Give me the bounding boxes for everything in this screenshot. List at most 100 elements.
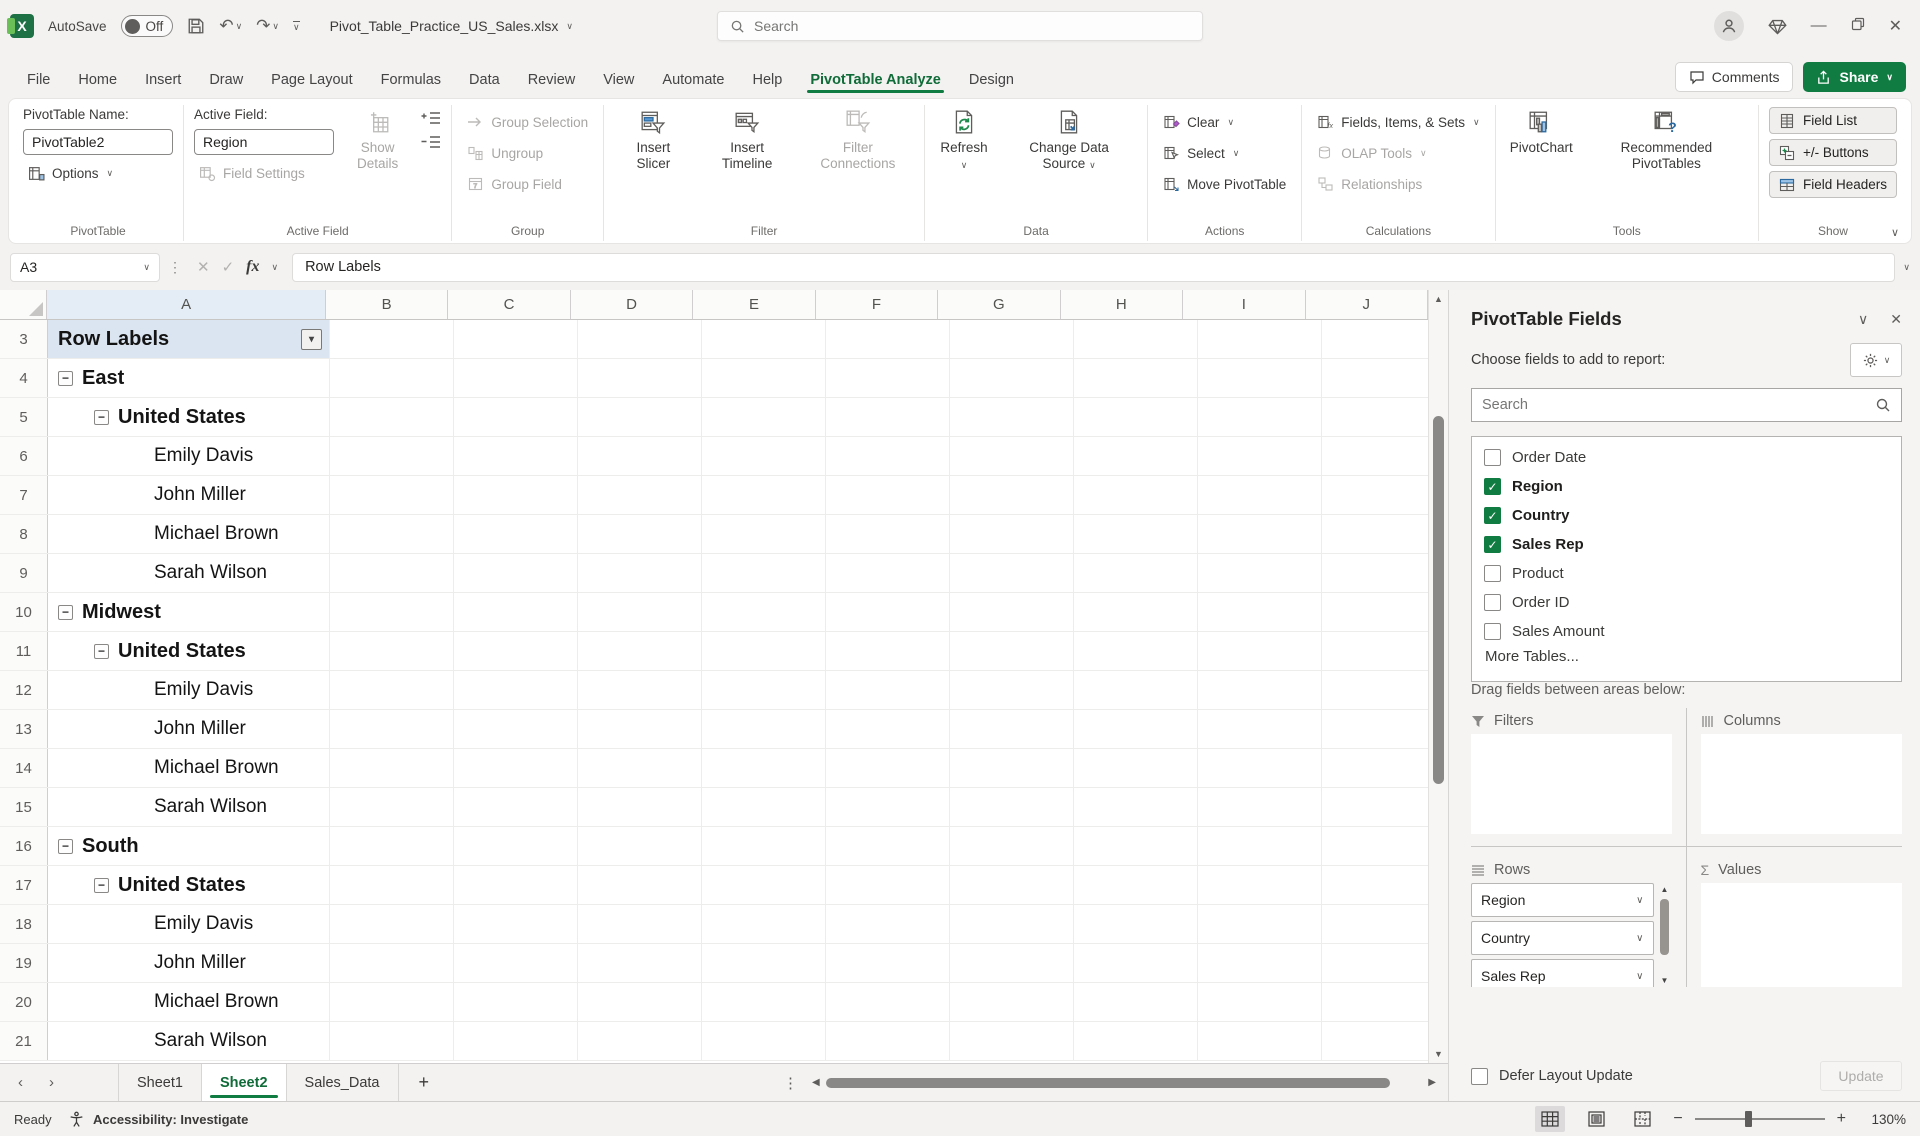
grid-cell[interactable] xyxy=(702,905,826,943)
grid-cell[interactable] xyxy=(1322,983,1428,1021)
grid-cell[interactable] xyxy=(1198,788,1322,826)
grid-cell[interactable] xyxy=(826,749,950,787)
rows-area[interactable]: Rows Region∨Country∨Sales Rep∨ ▲ ▼ xyxy=(1471,846,1687,987)
cell-A18[interactable]: Emily Davis xyxy=(48,905,330,943)
scroll-up-icon[interactable]: ▲ xyxy=(1429,294,1448,304)
field-item-sales-rep[interactable]: ✓Sales Rep xyxy=(1484,530,1889,559)
grid-cell[interactable] xyxy=(826,476,950,514)
column-header-E[interactable]: E xyxy=(693,290,815,319)
rows-area-pill-region[interactable]: Region∨ xyxy=(1471,883,1654,917)
grid-cell[interactable] xyxy=(1074,632,1198,670)
grid-cell[interactable] xyxy=(826,632,950,670)
grid-cell[interactable] xyxy=(826,944,950,982)
rows-area-scrollbar[interactable]: ▲ ▼ xyxy=(1658,883,1672,987)
confirm-entry-icon[interactable]: ✓ xyxy=(222,258,235,276)
grid-cell[interactable] xyxy=(702,866,826,904)
grid-cell[interactable] xyxy=(950,788,1074,826)
collapse-ribbon-icon[interactable]: ∨ xyxy=(1891,226,1899,239)
ribbon-tab-draw[interactable]: Draw xyxy=(196,64,256,98)
grid-cell[interactable] xyxy=(702,593,826,631)
grid-cell[interactable] xyxy=(950,1022,1074,1060)
rows-area-pill-country[interactable]: Country∨ xyxy=(1471,921,1654,955)
grid-cell[interactable] xyxy=(950,827,1074,865)
column-header-D[interactable]: D xyxy=(571,290,693,319)
zoom-in-button[interactable]: + xyxy=(1837,1110,1846,1128)
grid-cell[interactable] xyxy=(702,515,826,553)
row-header-16[interactable]: 16 xyxy=(0,827,48,865)
field-settings-button[interactable]: Field Settings xyxy=(194,160,334,186)
grid-cell[interactable] xyxy=(950,398,1074,436)
insert-function-icon[interactable]: fx xyxy=(246,258,259,276)
cell-A19[interactable]: John Miller xyxy=(48,944,330,982)
grid-cell[interactable] xyxy=(1198,476,1322,514)
rows-area-pill-sales-rep[interactable]: Sales Rep∨ xyxy=(1471,959,1654,987)
grid-cell[interactable] xyxy=(702,1022,826,1060)
cell-A6[interactable]: Emily Davis xyxy=(48,437,330,475)
grid-cell[interactable] xyxy=(1198,554,1322,592)
grid-cell[interactable] xyxy=(826,593,950,631)
zoom-level[interactable]: 130% xyxy=(1862,1112,1906,1127)
grid-cell[interactable] xyxy=(826,437,950,475)
collapse-field-icon[interactable] xyxy=(421,134,441,149)
grid-cell[interactable] xyxy=(330,710,454,748)
cell-A14[interactable]: Michael Brown xyxy=(48,749,330,787)
row-header-10[interactable]: 10 xyxy=(0,593,48,631)
row-header-7[interactable]: 7 xyxy=(0,476,48,514)
ribbon-tab-data[interactable]: Data xyxy=(456,64,513,98)
grid-cell[interactable] xyxy=(1074,827,1198,865)
ribbon-tab-file[interactable]: File xyxy=(14,64,63,98)
comments-button[interactable]: Comments xyxy=(1675,62,1794,92)
grid-cell[interactable] xyxy=(454,515,578,553)
grid-cell[interactable] xyxy=(950,944,1074,982)
ribbon-tab-insert[interactable]: Insert xyxy=(132,64,194,98)
cell-A20[interactable]: Michael Brown xyxy=(48,983,330,1021)
row-header-14[interactable]: 14 xyxy=(0,749,48,787)
pane-tools-button[interactable]: ∨ xyxy=(1850,343,1902,377)
cell-A4[interactable]: −East xyxy=(48,359,330,397)
cell-A12[interactable]: Emily Davis xyxy=(48,671,330,709)
grid-cell[interactable] xyxy=(330,398,454,436)
grid-cell[interactable] xyxy=(330,944,454,982)
grid-cell[interactable] xyxy=(330,671,454,709)
sheet-tab-sheet1[interactable]: Sheet1 xyxy=(118,1064,202,1101)
field-checkbox[interactable] xyxy=(1484,449,1501,466)
cell-A10[interactable]: −Midwest xyxy=(48,593,330,631)
pivotchart-button[interactable]: PivotChart xyxy=(1506,105,1577,160)
grid-cell[interactable] xyxy=(578,593,702,631)
grid-cell[interactable] xyxy=(950,476,1074,514)
cell-A8[interactable]: Michael Brown xyxy=(48,515,330,553)
grid-cell[interactable] xyxy=(702,359,826,397)
grid-cell[interactable] xyxy=(330,866,454,904)
grid-cell[interactable] xyxy=(826,788,950,826)
ribbon-tab-home[interactable]: Home xyxy=(65,64,130,98)
grid-cell[interactable] xyxy=(950,359,1074,397)
field-checkbox[interactable]: ✓ xyxy=(1484,478,1501,495)
grid-cell[interactable] xyxy=(1322,1022,1428,1060)
group-field-button[interactable]: 7 Group Field xyxy=(462,171,593,197)
select-all-corner[interactable] xyxy=(0,290,47,319)
redo-button[interactable]: ↷∨ xyxy=(256,16,279,36)
grid-cell[interactable] xyxy=(1074,944,1198,982)
defer-layout-checkbox[interactable] xyxy=(1471,1068,1488,1085)
collapse-button[interactable]: − xyxy=(94,878,109,893)
grid-cell[interactable] xyxy=(454,554,578,592)
grid-cell[interactable] xyxy=(826,554,950,592)
grid-cell[interactable] xyxy=(950,632,1074,670)
grid-cell[interactable] xyxy=(1322,437,1428,475)
row-header-21[interactable]: 21 xyxy=(0,1022,48,1060)
grid-cell[interactable] xyxy=(1074,359,1198,397)
grid-cell[interactable] xyxy=(950,983,1074,1021)
grid-cell[interactable] xyxy=(454,788,578,826)
grid-cell[interactable] xyxy=(826,866,950,904)
cell-A21[interactable]: Sarah Wilson xyxy=(48,1022,330,1060)
ribbon-tab-view[interactable]: View xyxy=(590,64,647,98)
grid-cell[interactable] xyxy=(1198,398,1322,436)
grid-cell[interactable] xyxy=(578,866,702,904)
grid-cell[interactable] xyxy=(1198,866,1322,904)
grid-cell[interactable] xyxy=(702,320,826,358)
grid-cell[interactable] xyxy=(330,1022,454,1060)
grid-cell[interactable] xyxy=(702,437,826,475)
grid-cell[interactable] xyxy=(826,515,950,553)
account-avatar[interactable] xyxy=(1714,11,1744,41)
ribbon-tab-automate[interactable]: Automate xyxy=(649,64,737,98)
